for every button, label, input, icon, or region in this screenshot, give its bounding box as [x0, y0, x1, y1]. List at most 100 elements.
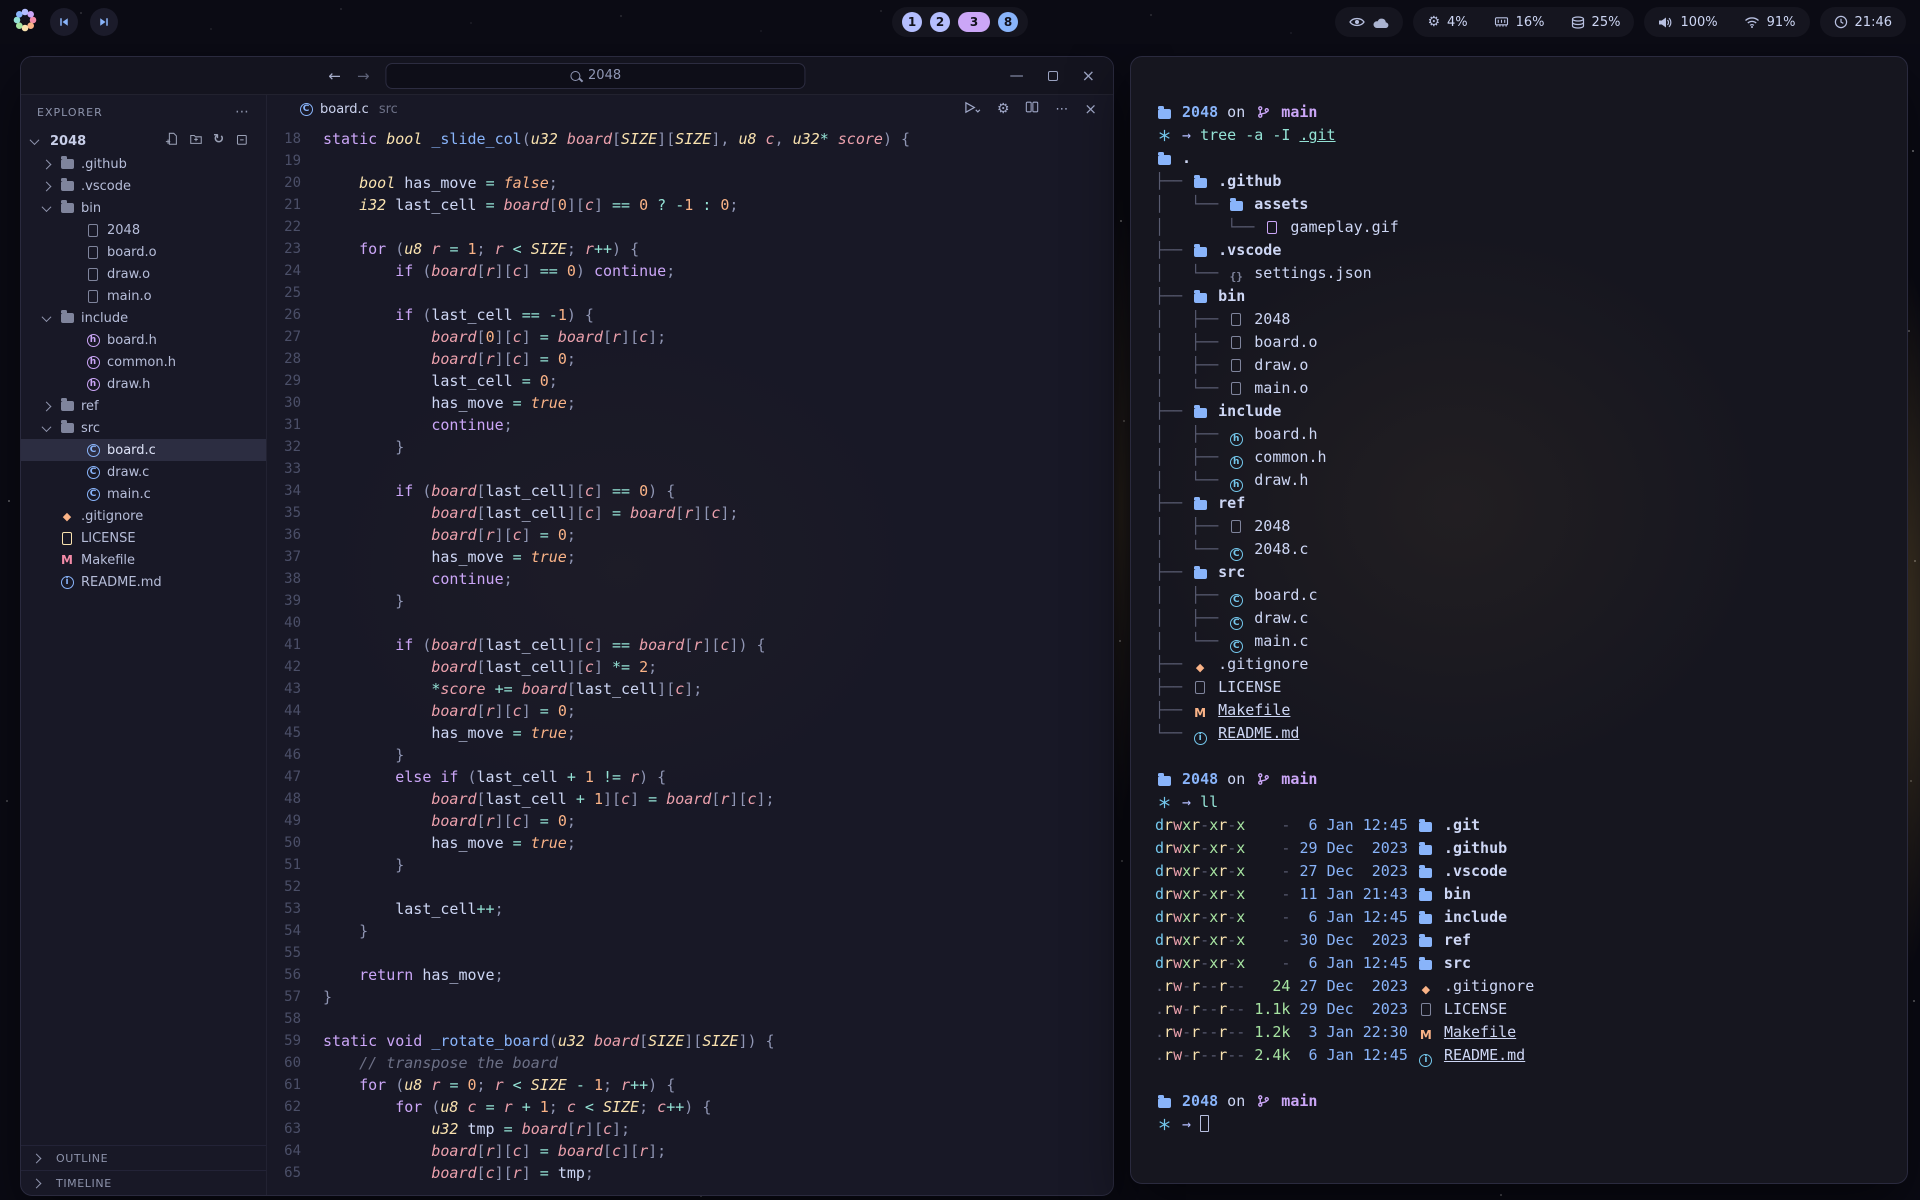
- disk-icon: [1571, 16, 1585, 29]
- clock-widget[interactable]: 21:46: [1820, 7, 1906, 37]
- code-line: 40: [267, 612, 1113, 634]
- explorer-more-icon[interactable]: ⋯: [235, 104, 250, 120]
- file-tree-item-bin[interactable]: bin: [21, 197, 266, 219]
- cpu-usage: 4%: [1447, 15, 1468, 30]
- folder-icon: [1417, 839, 1435, 862]
- code-line: 23 for (u8 r = 1; r < SIZE; r++) {: [267, 238, 1113, 260]
- weather-widget[interactable]: [1335, 7, 1403, 37]
- code-line: 55: [267, 942, 1113, 964]
- license-icon: [58, 532, 76, 545]
- editor-tab-bar[interactable]: C board.c src ⚙ ⋯ ×: [267, 95, 1113, 123]
- line-number: 56: [267, 964, 323, 986]
- media-next-button[interactable]: [90, 8, 118, 36]
- c-badge-icon: C: [1227, 586, 1245, 609]
- system-stats-widget[interactable]: ⚙ 4% 16% 25%: [1413, 7, 1634, 37]
- file-label: include: [81, 311, 128, 326]
- search-value: 2048: [588, 68, 621, 83]
- line-number: 20: [267, 172, 323, 194]
- file-label: .github: [81, 157, 127, 172]
- tree-root-2048[interactable]: 2048 ↻: [21, 129, 266, 153]
- code-line: 30 has_move = true;: [267, 392, 1113, 414]
- line-number: 22: [267, 216, 323, 238]
- file-tree-item-board.h[interactable]: hboard.h: [21, 329, 266, 351]
- terminal-line: │ └── h draw.h: [1155, 469, 1883, 492]
- media-prev-button[interactable]: [50, 8, 78, 36]
- file-tree-item-LICENSE[interactable]: LICENSE: [21, 527, 266, 549]
- collapse-all-icon[interactable]: [234, 132, 248, 150]
- timeline-section[interactable]: TIMELINE: [21, 1170, 266, 1195]
- file-tree-item-src[interactable]: src: [21, 417, 266, 439]
- minimize-button[interactable]: —: [1010, 68, 1024, 84]
- file-tree: .github .vscodebin 2048 board.odraw.omain.o…: [21, 153, 266, 1145]
- file-label: draw.h: [107, 377, 150, 392]
- vscode-titlebar: ← → 2048 — ×: [21, 57, 1113, 95]
- file-tree-item-draw.c[interactable]: Cdraw.c: [21, 461, 266, 483]
- audio-network-widget[interactable]: 100% 91%: [1644, 7, 1809, 37]
- file-tree-item-2048[interactable]: 2048: [21, 219, 266, 241]
- workspace-3[interactable]: 3: [958, 12, 990, 32]
- new-folder-icon[interactable]: [189, 132, 203, 150]
- nav-back-icon[interactable]: ←: [328, 67, 341, 85]
- line-number: 27: [267, 326, 323, 348]
- file-label: 2048: [107, 223, 140, 238]
- folder-icon: [1191, 287, 1209, 310]
- gear-icon[interactable]: ⚙: [997, 101, 1010, 117]
- terminal-window[interactable]: 2048 on main → tree -a -I .git .├── .git…: [1130, 56, 1908, 1184]
- file-tree-item-main.o[interactable]: main.o: [21, 285, 266, 307]
- code-editor[interactable]: 18static bool _slide_col(u32 board[SIZE]…: [267, 123, 1113, 1195]
- distro-logo-icon[interactable]: [12, 7, 38, 37]
- terminal-cursor: [1200, 1115, 1209, 1132]
- refresh-icon[interactable]: ↻: [213, 132, 224, 150]
- c-badge-icon: C: [1227, 632, 1245, 655]
- line-number: 19: [267, 150, 323, 172]
- file-tree-item-.github[interactable]: .github: [21, 153, 266, 175]
- vscode-window: ← → 2048 — × EXPLORER ⋯ 2048: [20, 56, 1114, 1196]
- nav-forward-icon[interactable]: →: [357, 67, 370, 85]
- file-tree-item-board.c[interactable]: Cboard.c: [21, 439, 266, 461]
- folder-icon: [1191, 402, 1209, 425]
- file-tree-item-common.h[interactable]: hcommon.h: [21, 351, 266, 373]
- file-icon: [84, 268, 102, 281]
- workspace-2[interactable]: 2: [930, 12, 950, 32]
- folder-icon: [1227, 195, 1245, 218]
- line-number: 34: [267, 480, 323, 502]
- file-tree-item-Makefile[interactable]: MMakefile: [21, 549, 266, 571]
- code-line: 20 bool has_move = false;: [267, 172, 1113, 194]
- wifi-icon: [1744, 16, 1760, 28]
- terminal-line: 2048 on main: [1155, 1090, 1883, 1113]
- workspace-8[interactable]: 8: [998, 12, 1018, 32]
- command-center-search[interactable]: 2048: [386, 63, 806, 89]
- line-number: 65: [267, 1162, 323, 1184]
- line-number: 41: [267, 634, 323, 656]
- file-tree-item-include[interactable]: include: [21, 307, 266, 329]
- folder-icon: [1191, 494, 1209, 517]
- file-label: .gitignore: [81, 509, 143, 524]
- terminal-line: │ └── C main.c: [1155, 630, 1883, 653]
- tab-directory: src: [379, 102, 398, 117]
- file-tree-item-board.o[interactable]: board.o: [21, 241, 266, 263]
- file-tree-item-draw.h[interactable]: hdraw.h: [21, 373, 266, 395]
- file-tree-item-.gitignore[interactable]: ◆.gitignore: [21, 505, 266, 527]
- file-tree-item-main.c[interactable]: Cmain.c: [21, 483, 266, 505]
- maximize-button[interactable]: [1048, 71, 1058, 81]
- file-tree-item-draw.o[interactable]: draw.o: [21, 263, 266, 285]
- code-line: 64 board[r][c] = board[c][r];: [267, 1140, 1113, 1162]
- terminal-line: drwxr-xr-x - 11 Jan 21:43 bin: [1155, 883, 1883, 906]
- terminal-line: ├── ◆ .gitignore: [1155, 653, 1883, 676]
- run-button[interactable]: [963, 100, 981, 119]
- line-number: 60: [267, 1052, 323, 1074]
- close-button[interactable]: ×: [1082, 66, 1095, 85]
- close-editor-icon[interactable]: ×: [1084, 100, 1097, 118]
- code-line: 27 board[0][c] = board[r][c];: [267, 326, 1113, 348]
- file-tree-item-README.md[interactable]: iREADME.md: [21, 571, 266, 593]
- new-file-icon[interactable]: [165, 132, 179, 150]
- file-tree-item-.vscode[interactable]: .vscode: [21, 175, 266, 197]
- outline-section[interactable]: OUTLINE: [21, 1145, 266, 1170]
- file-tree-item-ref[interactable]: ref: [21, 395, 266, 417]
- folder-icon: [1417, 908, 1435, 931]
- line-number: 28: [267, 348, 323, 370]
- split-editor-icon[interactable]: [1025, 100, 1039, 118]
- file-icon: [1227, 517, 1245, 540]
- more-actions-icon[interactable]: ⋯: [1055, 102, 1068, 117]
- workspace-1[interactable]: 1: [902, 12, 922, 32]
